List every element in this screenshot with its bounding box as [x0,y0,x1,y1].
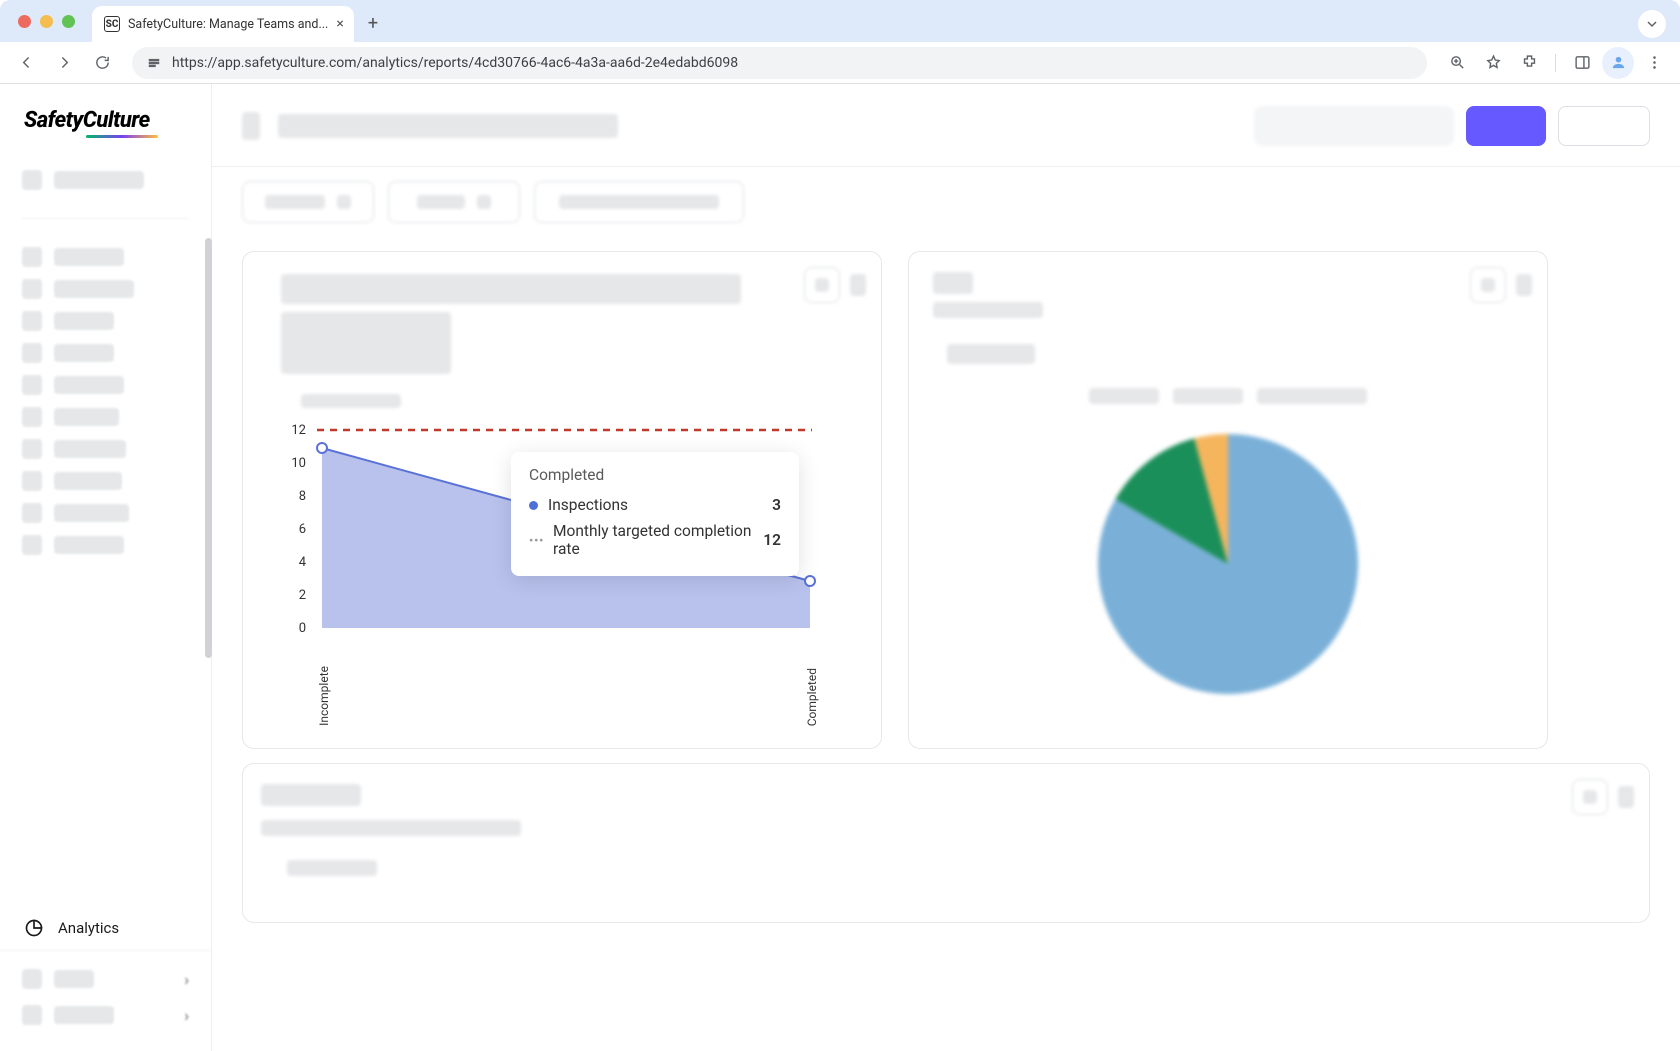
analytics-icon [24,918,44,938]
reload-button[interactable] [86,47,118,79]
chart-tooltip: Completed Inspections 3 ••• Monthly targ… [511,452,799,576]
tooltip-row-label: Monthly targeted completion rate [553,522,763,558]
browser-toolbar: https://app.safetyculture.com/analytics/… [0,42,1680,84]
main-content: 12 10 8 6 4 2 0 Incomplete Completed Com… [212,84,1680,1051]
tab-title: SafetyCulture: Manage Teams and... [128,17,328,32]
close-tab-button[interactable]: × [336,16,343,32]
svg-text:2: 2 [299,588,306,603]
zoom-icon[interactable] [1441,47,1473,79]
xaxis-label-incomplete: Incomplete [317,666,331,726]
url-text: https://app.safetyculture.com/analytics/… [172,55,738,71]
svg-text:8: 8 [299,489,306,504]
chevron-right-icon: › [184,1006,189,1025]
primary-button[interactable] [1466,106,1546,146]
secondary-button[interactable] [1558,106,1650,146]
svg-text:12: 12 [291,423,306,438]
tooltip-row-value: 12 [763,531,781,549]
page-header [212,84,1680,167]
address-bar[interactable]: https://app.safetyculture.com/analytics/… [132,47,1427,79]
svg-text:4: 4 [299,555,307,570]
sidebar-footer-item[interactable]: › [0,961,211,997]
new-tab-button[interactable]: + [354,5,392,42]
sidebar: SafetyCulture Anal [0,84,212,1051]
pie-chart [927,434,1529,694]
brand-logo[interactable]: SafetyCulture [0,84,211,152]
bookmark-icon[interactable] [1477,47,1509,79]
sidebar-item-analytics[interactable]: Analytics [0,906,211,950]
line-chart: 12 10 8 6 4 2 0 Incomplete Completed Com… [261,410,863,674]
target-dash-icon: ••• [529,534,545,547]
svg-text:10: 10 [291,456,306,471]
menu-icon[interactable] [1638,47,1670,79]
tab-search-button[interactable] [1638,10,1666,38]
series-dot-icon [529,501,538,510]
browser-tab[interactable]: SC SafetyCulture: Manage Teams and... × [92,6,354,42]
extensions-icon[interactable] [1513,47,1545,79]
profile-avatar-icon[interactable] [1602,47,1634,79]
sidebar-footer-item[interactable]: › [0,997,211,1033]
minimize-window-button[interactable] [40,15,53,28]
header-control[interactable] [1254,106,1454,146]
filter-control[interactable] [388,181,520,223]
sidebar-scrollbar[interactable] [205,238,212,658]
filter-control[interactable] [242,181,374,223]
tooltip-title: Completed [529,466,781,484]
svg-text:0: 0 [299,621,306,636]
close-window-button[interactable] [18,15,31,28]
browser-tabstrip: SC SafetyCulture: Manage Teams and... × … [0,0,1680,42]
tooltip-row-value: 3 [772,496,781,514]
chart-card-pie [908,251,1548,749]
svg-text:6: 6 [299,522,306,537]
tab-favicon: SC [104,16,120,32]
tooltip-row-label: Inspections [548,496,772,514]
side-panel-icon[interactable] [1566,47,1598,79]
window-controls [0,15,90,42]
chart-card-inspections: 12 10 8 6 4 2 0 Incomplete Completed Com… [242,251,882,749]
chevron-right-icon: › [184,970,189,989]
forward-button[interactable] [48,47,80,79]
xaxis-label-completed: Completed [805,668,819,726]
filter-bar [212,167,1680,237]
chart-card-secondary [242,763,1650,923]
maximize-window-button[interactable] [62,15,75,28]
sidebar-item-label: Analytics [58,919,119,937]
back-button[interactable] [10,47,42,79]
site-info-icon[interactable] [146,55,162,71]
filter-control[interactable] [534,181,744,223]
